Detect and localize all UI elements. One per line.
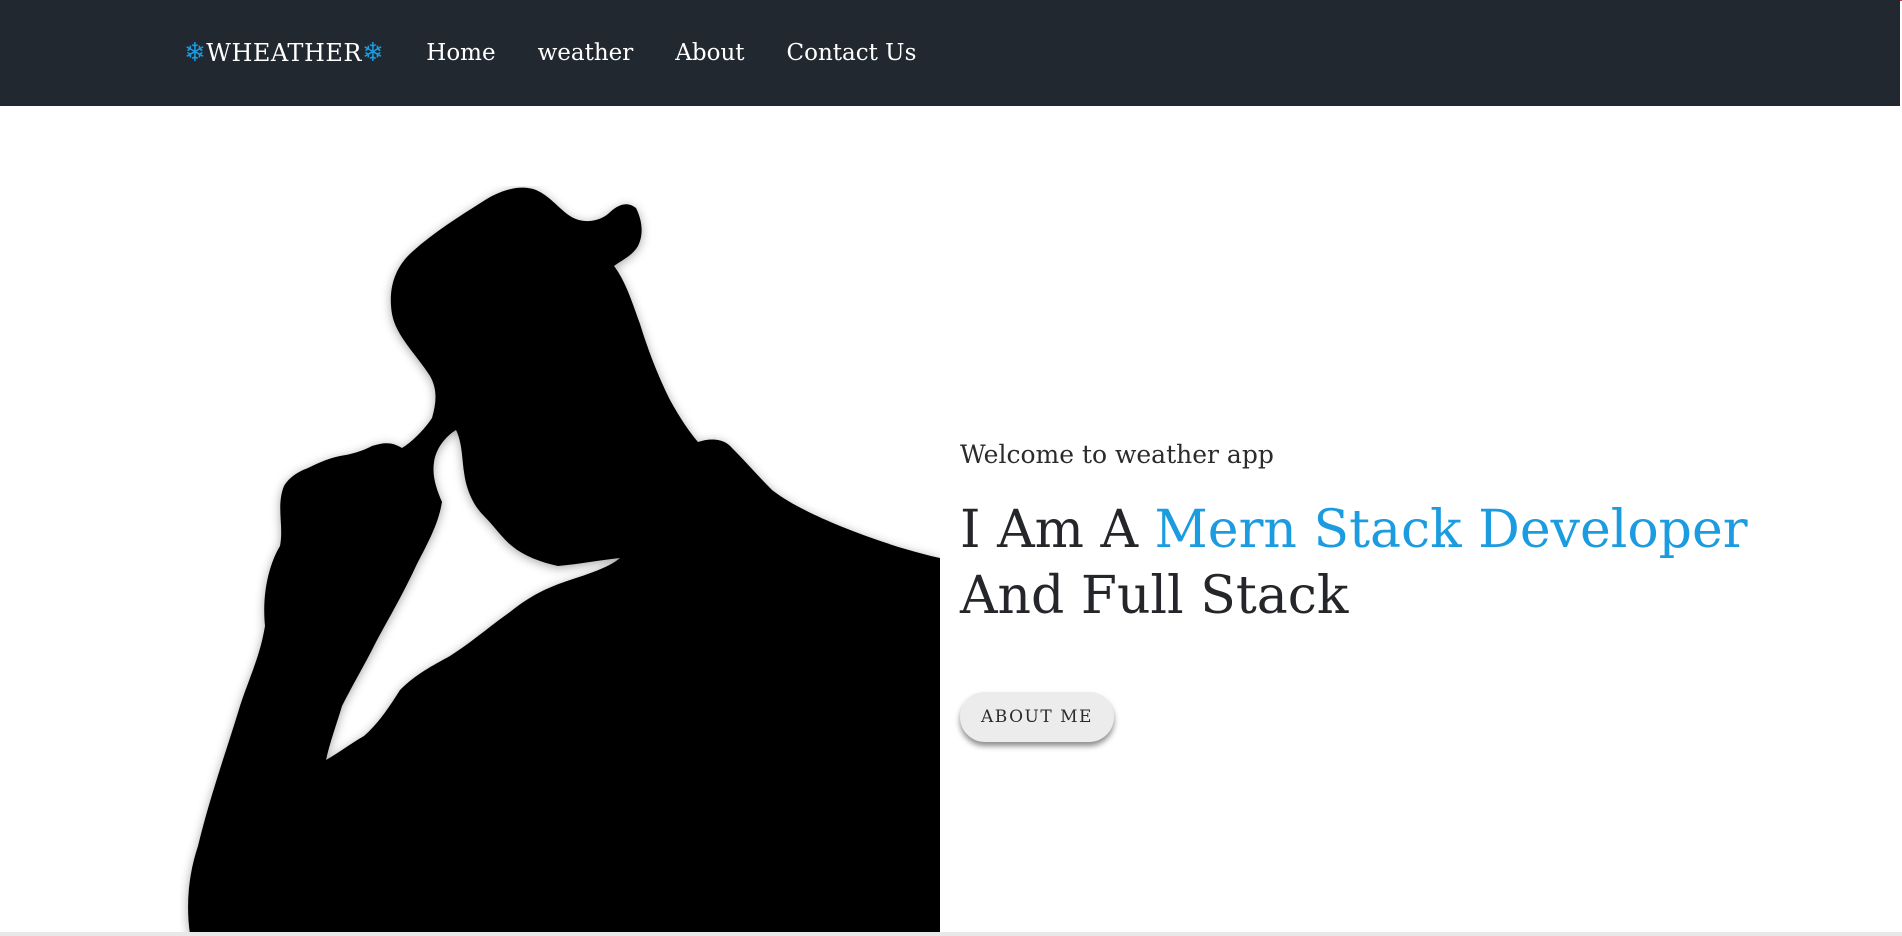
bottom-divider bbox=[0, 932, 1902, 936]
about-me-button[interactable]: ABOUT ME bbox=[960, 692, 1114, 742]
navbar: ❄ WHEATHER ❄ Home weather About Contact … bbox=[0, 0, 1900, 106]
brand-logo[interactable]: ❄ WHEATHER ❄ bbox=[184, 39, 384, 67]
hero-headline: I Am A Mern Stack Developer And Full Sta… bbox=[960, 497, 1860, 629]
headline-accent: Mern Stack Developer bbox=[1154, 500, 1748, 560]
nav-link-home[interactable]: Home bbox=[426, 40, 495, 66]
nav-link-contact[interactable]: Contact Us bbox=[787, 40, 917, 66]
nav-link-weather[interactable]: weather bbox=[538, 40, 634, 66]
snowflake-icon: ❄ bbox=[184, 38, 207, 68]
headline-suffix: And Full Stack bbox=[960, 566, 1349, 626]
hero-silhouette-image bbox=[188, 187, 940, 934]
snowflake-icon: ❄ bbox=[361, 38, 385, 68]
welcome-text: Welcome to weather app bbox=[960, 440, 1274, 469]
brand-label: WHEATHER bbox=[206, 39, 362, 67]
headline-prefix: I Am A bbox=[960, 500, 1139, 560]
hero-text-block: Welcome to weather app I Am A Mern Stack… bbox=[960, 440, 1860, 742]
nav-link-about[interactable]: About bbox=[675, 40, 744, 66]
